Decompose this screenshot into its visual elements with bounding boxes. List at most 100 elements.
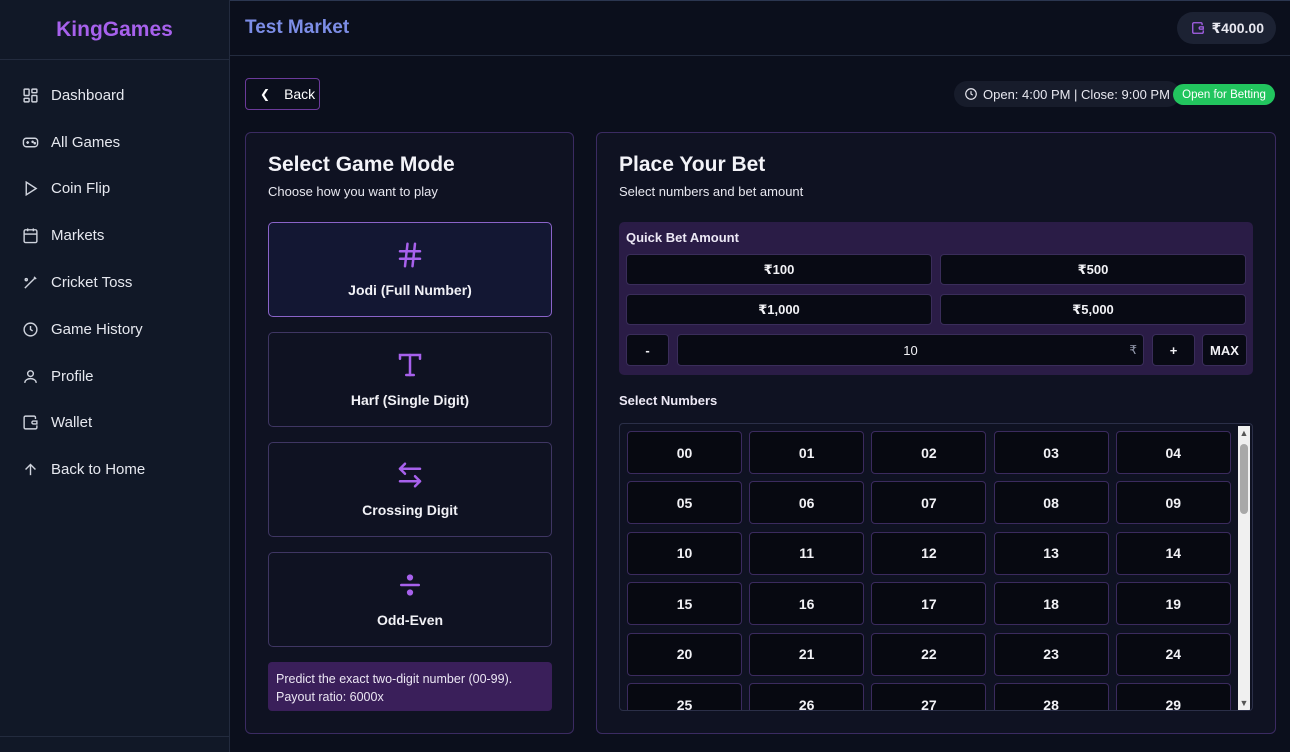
mode-card-odd-even[interactable]: Odd-Even: [268, 552, 552, 647]
number-button[interactable]: 12: [871, 531, 987, 575]
play-icon: [25, 181, 38, 197]
number-button[interactable]: 18: [993, 582, 1109, 626]
scroll-up-arrow-icon[interactable]: ▲: [1238, 426, 1250, 440]
number-button[interactable]: 14: [1115, 531, 1231, 575]
sidebar-item-label: Wallet: [51, 414, 93, 432]
swap-arrows-icon: [394, 459, 426, 491]
sidebar-item-label: All Games: [51, 133, 121, 151]
status-badge: Open for Betting: [1173, 84, 1275, 105]
payout-ratio: Payout ratio: 6000x: [276, 690, 384, 704]
sidebar-item-all-games[interactable]: All Games: [0, 119, 229, 166]
sidebar-item-back-to-home[interactable]: Back to Home: [0, 446, 229, 493]
number-button[interactable]: 11: [749, 531, 865, 575]
back-button[interactable]: ❮ Back: [245, 78, 320, 110]
dashboard-icon: [23, 88, 38, 103]
decrease-amount-button[interactable]: -: [626, 334, 669, 366]
bet-amount-input[interactable]: 10 ₹: [677, 334, 1144, 366]
user-icon: [24, 369, 37, 383]
brand-logo[interactable]: KingGames: [0, 0, 229, 60]
quick-amount-button[interactable]: ₹100: [626, 254, 932, 285]
sidebar-item-label: Cricket Toss: [51, 274, 133, 292]
sidebar-item-coin-flip[interactable]: Coin Flip: [0, 166, 229, 213]
wallet-balance: ₹400.00: [1211, 19, 1264, 36]
mode-card-jodi[interactable]: Jodi (Full Number): [268, 222, 552, 317]
sidebar-item-label: Profile: [51, 367, 94, 385]
number-button[interactable]: 09: [1115, 481, 1231, 525]
scrollbar-thumb[interactable]: [1240, 444, 1248, 514]
wallet-icon: [23, 415, 38, 431]
mode-label: Jodi (Full Number): [348, 282, 472, 298]
number-button[interactable]: 07: [871, 481, 987, 525]
scroll-down-arrow-icon[interactable]: ▼: [1238, 696, 1250, 710]
number-button[interactable]: 22: [871, 632, 987, 676]
mode-card-harf[interactable]: Harf (Single Digit): [268, 332, 552, 427]
max-amount-button[interactable]: MAX: [1202, 334, 1247, 366]
numbers-scrollbar[interactable]: ▲ ▼: [1238, 426, 1250, 710]
timing-text: Open: 4:00 PM | Close: 9:00 PM: [983, 86, 1170, 102]
number-button[interactable]: 23: [993, 632, 1109, 676]
number-button[interactable]: 06: [749, 481, 865, 525]
number-button[interactable]: 00: [627, 431, 742, 474]
mode-panel-title: Select Game Mode: [268, 153, 455, 176]
mode-panel-subtitle: Choose how you want to play: [268, 184, 438, 199]
bat-icon: [24, 276, 37, 289]
mode-description-line: Predict the exact two-digit number (00-9…: [276, 672, 513, 686]
number-button[interactable]: 02: [871, 431, 987, 474]
number-button[interactable]: 01: [749, 431, 865, 474]
number-button[interactable]: 13: [993, 531, 1109, 575]
mode-label: Crossing Digit: [362, 502, 458, 518]
chevron-left-icon: ❮: [260, 87, 271, 101]
hash-icon: [394, 239, 426, 271]
quick-amount-button[interactable]: ₹500: [940, 254, 1246, 285]
number-button[interactable]: 16: [749, 582, 865, 626]
number-button[interactable]: 29: [1115, 683, 1231, 710]
quick-amount-button[interactable]: ₹1,000: [626, 294, 932, 325]
number-button[interactable]: 28: [993, 683, 1109, 710]
sidebar: KingGames Dashboard All Games Coin Flip …: [0, 0, 230, 752]
sidebar-item-label: Game History: [51, 320, 143, 338]
number-button[interactable]: 10: [627, 531, 742, 575]
number-button[interactable]: 26: [749, 683, 865, 710]
wallet-balance-chip[interactable]: ₹400.00: [1177, 12, 1276, 44]
quick-bet-label: Quick Bet Amount: [626, 230, 739, 245]
sidebar-item-label: Markets: [51, 227, 105, 245]
number-button[interactable]: 17: [871, 582, 987, 626]
sidebar-item-markets[interactable]: Markets: [0, 212, 229, 259]
number-button[interactable]: 04: [1115, 431, 1231, 474]
select-numbers-label: Select Numbers: [619, 393, 718, 408]
numbers-grid-container: 00 01 02 03 04 05 06 07 08 09 10 11 12 13 14 15 16 17 18 19…: [619, 423, 1253, 711]
text-t-icon: [394, 349, 426, 381]
number-button[interactable]: 25: [627, 683, 742, 710]
sidebar-item-profile[interactable]: Profile: [0, 353, 229, 400]
sidebar-item-dashboard[interactable]: Dashboard: [0, 72, 229, 119]
clock-icon: [23, 322, 38, 337]
number-button[interactable]: 08: [993, 481, 1109, 525]
top-bar: Test Market ₹400.00: [230, 0, 1290, 56]
sidebar-item-label: Back to Home: [51, 461, 146, 479]
number-button[interactable]: 15: [627, 582, 742, 626]
number-button[interactable]: 05: [627, 481, 742, 525]
increase-amount-button[interactable]: +: [1152, 334, 1195, 366]
back-label: Back: [284, 86, 316, 102]
bet-panel-title: Place Your Bet: [619, 153, 766, 176]
sidebar-item-wallet[interactable]: Wallet: [0, 400, 229, 447]
number-button[interactable]: 19: [1115, 582, 1231, 626]
bet-amount-value: 10: [903, 342, 918, 358]
mode-description: Predict the exact two-digit number (00-9…: [268, 662, 552, 711]
sidebar-nav: Dashboard All Games Coin Flip Markets Cr…: [0, 60, 229, 493]
sidebar-item-label: Coin Flip: [51, 180, 111, 198]
calendar-icon: [23, 228, 38, 244]
clock-icon: [965, 88, 977, 100]
divide-icon: [394, 569, 426, 601]
number-button[interactable]: 20: [627, 632, 742, 676]
number-button[interactable]: 21: [749, 632, 865, 676]
number-button[interactable]: 03: [993, 431, 1109, 474]
wallet-icon: [1192, 22, 1205, 34]
sidebar-item-cricket-toss[interactable]: Cricket Toss: [0, 259, 229, 306]
sidebar-item-game-history[interactable]: Game History: [0, 306, 229, 353]
sidebar-footer-divider: [0, 736, 229, 737]
mode-card-crossing[interactable]: Crossing Digit: [268, 442, 552, 537]
number-button[interactable]: 27: [871, 683, 987, 710]
quick-amount-button[interactable]: ₹5,000: [940, 294, 1246, 325]
number-button[interactable]: 24: [1115, 632, 1231, 676]
